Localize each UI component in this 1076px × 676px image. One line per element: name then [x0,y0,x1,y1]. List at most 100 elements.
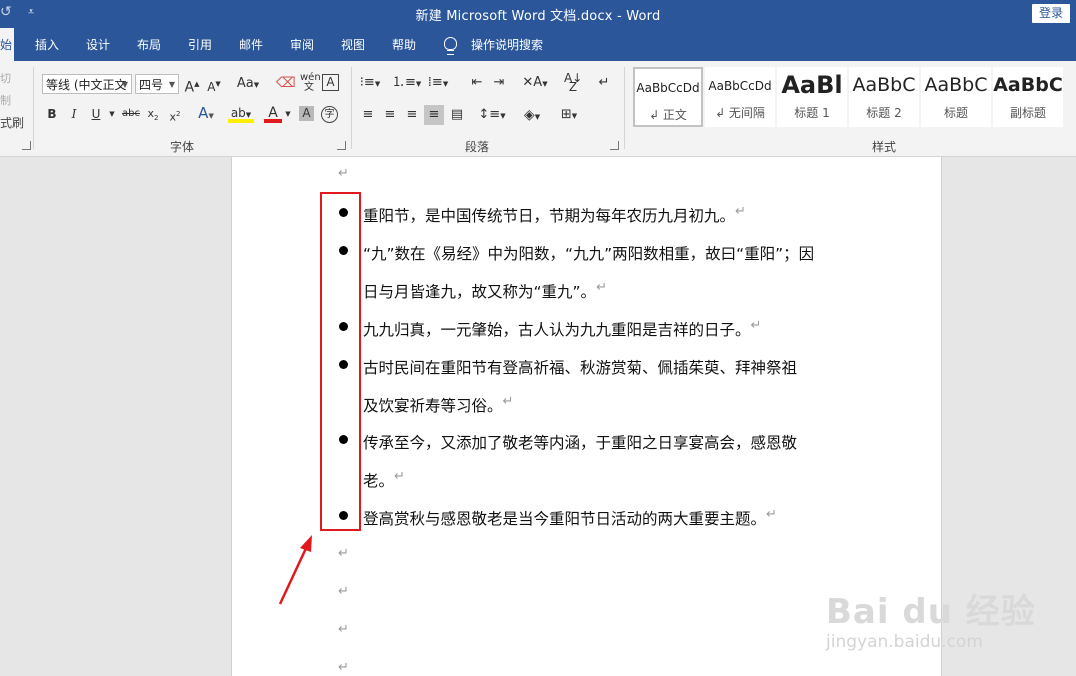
style-sample: AaBbC [924,74,988,96]
tab-review[interactable]: 审阅 [290,28,314,61]
enclose-characters-icon[interactable]: 字 [321,106,338,123]
title-bar: ↺ ⩡ 新建 Microsoft Word 文档.docx - Word 登录 [0,0,1076,28]
document-line[interactable]: “九”数在《易经》中为阳数，“九九”两阳数相重，故曰“重阳”；因 [363,242,814,264]
highlight-icon[interactable]: ab▼ [228,105,254,123]
paragraph-mark: ↵ [338,622,349,637]
login-button[interactable]: 登录 [1032,4,1070,23]
ribbon: 切 制 式刷 等线 (中文正文 ▼ 四号 ▼ A▲ A▼ Aa▼ ⌫ wén 文 … [0,61,1076,157]
bold-icon[interactable]: B [46,106,58,122]
subscript-icon[interactable]: x2 [146,106,160,126]
style-name: 副标题 [1009,106,1046,120]
chinese-layout-icon[interactable]: ✕A▼ [520,75,550,92]
tab-help[interactable]: 帮助 [392,28,416,61]
clipboard-launcher-icon[interactable] [22,141,31,150]
format-painter-button[interactable]: 式刷 [0,114,24,131]
style-subtitle[interactable]: AaBbC 副标题 [993,67,1063,127]
highlight-box [320,192,361,531]
watermark-logo: Bai du 经验 [826,592,1036,632]
clear-formatting-icon[interactable]: ⌫ [276,75,296,91]
copy-button[interactable]: 制 [0,92,11,108]
chevron-down-icon: ▼ [168,80,175,89]
change-case-icon[interactable]: Aa▼ [233,76,263,93]
style-name: ↲ 无间隔 [715,106,765,120]
decrease-indent-icon[interactable]: ⇤ [468,75,486,91]
style-heading-2[interactable]: AaBbC 标题 2 [849,67,919,127]
document-line[interactable]: 老。 ↵ [363,469,405,491]
show-marks-icon[interactable]: ↵ [596,75,612,91]
paragraph-mark: ↵ [338,166,349,181]
align-left-icon[interactable]: ≡ [359,107,377,123]
chevron-down-icon: ▼ [121,80,128,89]
style-name: ↲ 正文 [649,108,687,122]
shading-icon[interactable]: ◈▼ [518,107,546,125]
style-heading-1[interactable]: AaBl 标题 1 [777,67,847,127]
cut-button[interactable]: 切 [0,70,11,86]
tab-insert[interactable]: 插入 [35,28,59,61]
superscript-icon[interactable]: x2 [168,106,182,126]
paragraph-group-label: 段落 [465,140,490,154]
lightbulb-icon [444,37,457,55]
style-sample: AaBbC [852,74,916,96]
divider [33,67,34,149]
paragraph-mark: ↵ [338,546,349,561]
styles-gallery: AaBbCcDd ↲ 正文 AaBbCcDd ↲ 无间隔 AaBl 标题 1 A… [631,67,1076,131]
tab-layout[interactable]: 布局 [137,28,161,61]
strikethrough-icon[interactable]: abc [121,106,141,122]
document-line[interactable]: 九九归真，一元肇始，古人认为九九重阳是吉祥的日子。 ↵ [363,318,761,340]
divider [624,67,625,149]
paragraph-mark: ↵ [338,660,349,675]
character-border-icon[interactable]: A [322,74,339,91]
align-center-icon[interactable]: ≡ [381,107,399,123]
document-line[interactable]: 日与月皆逢九，故又称为“重九”。 ↵ [363,280,607,302]
styles-group-label: 样式 [872,140,897,154]
style-normal[interactable]: AaBbCcDd ↲ 正文 [633,67,703,127]
phonetic-guide-icon[interactable]: wén 文 [300,73,321,93]
tell-me-search[interactable]: 操作说明搜索 [471,28,543,61]
style-name: 标题 1 [794,106,830,120]
text-effects-icon[interactable]: A▼ [196,105,216,124]
document-line[interactable]: 重阳节，是中国传统节日，节期为每年农历九月初九。 ↵ [363,204,746,226]
numbering-icon[interactable]: ⒈≡▼ [392,75,421,92]
grow-font-icon[interactable]: A▲ [184,76,200,96]
font-size-select[interactable]: 四号 ▼ [135,74,179,94]
font-group-label: 字体 [170,140,195,154]
font-name-select[interactable]: 等线 (中文正文 ▼ [42,74,132,94]
font-color-icon[interactable]: A [264,105,282,123]
sort-icon[interactable]: A↓ Z [564,72,582,93]
style-title[interactable]: AaBbC 标题 [921,67,991,127]
shrink-font-icon[interactable]: A▼ [206,76,222,95]
distributed-icon[interactable]: ▤ [448,107,466,123]
style-sample: AaBbCcDd [636,81,700,95]
tab-references[interactable]: 引用 [188,28,212,61]
increase-indent-icon[interactable]: ⇥ [490,75,508,91]
tab-design[interactable]: 设计 [86,28,110,61]
borders-icon[interactable]: ⊞▼ [554,107,584,124]
chevron-down-icon[interactable]: ▼ [108,106,116,122]
line-spacing-icon[interactable]: ↕≡▼ [477,107,507,124]
ribbon-tabs: 始 插入 设计 布局 引用 邮件 审阅 视图 帮助 操作说明搜索 [0,28,1076,61]
align-right-icon[interactable]: ≡ [403,107,421,123]
character-shading-icon[interactable]: A [299,106,314,121]
tab-view[interactable]: 视图 [341,28,365,61]
paragraph-launcher-icon[interactable] [610,141,619,150]
bullets-icon[interactable]: ⁝≡▼ [358,75,382,92]
tab-home[interactable]: 始 [0,28,14,61]
style-sample: AaBl [781,71,843,99]
document-line[interactable]: 古时民间在重阳节有登高祈福、秋游赏菊、佩插茱萸、拜神祭祖 [363,356,797,378]
italic-icon[interactable]: I [68,106,80,122]
document-line[interactable]: 及饮宴祈寿等习俗。 ↵ [363,394,513,416]
underline-icon[interactable]: U [90,106,102,122]
paragraph-mark: ↵ [338,584,349,599]
font-launcher-icon[interactable] [337,141,346,150]
style-name: 标题 2 [866,106,902,120]
multilevel-list-icon[interactable]: ⁞≡▼ [425,75,451,92]
chevron-down-icon[interactable]: ▼ [284,106,292,122]
document-line[interactable]: 登高赏秋与感恩敬老是当今重阳节日活动的两大重要主题。 ↵ [363,507,777,529]
justify-icon[interactable]: ≡ [424,105,444,125]
arrow-icon [278,535,312,605]
tab-mailings[interactable]: 邮件 [239,28,263,61]
document-line[interactable]: 传承至今，又添加了敬老等内涵，于重阳之日享宴高会，感恩敬 [363,431,797,453]
window-title: 新建 Microsoft Word 文档.docx - Word [415,9,661,24]
divider [351,67,352,149]
style-no-spacing[interactable]: AaBbCcDd ↲ 无间隔 [705,67,775,127]
